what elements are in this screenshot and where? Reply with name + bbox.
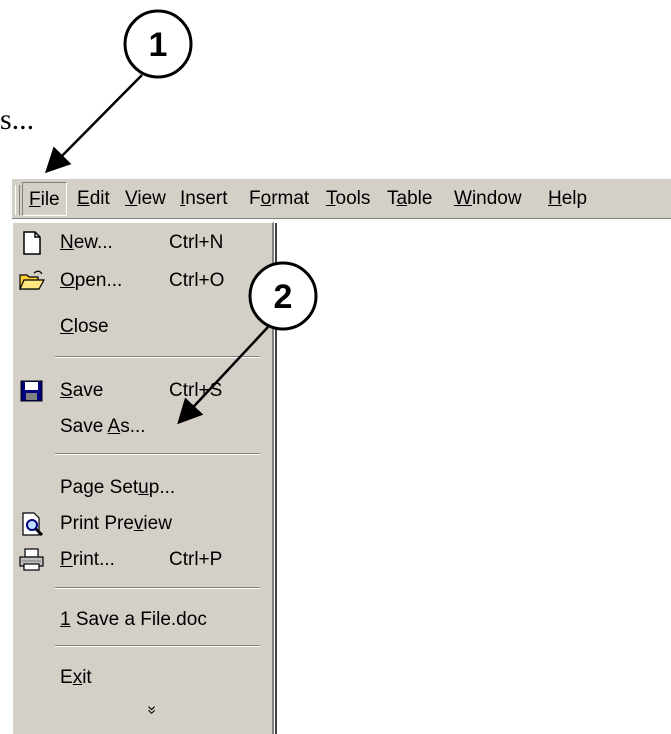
mnemonic-char: W (454, 188, 472, 209)
partial-heading-text: s... (0, 103, 35, 136)
menu-tools[interactable]: Tools (320, 182, 376, 216)
mnemonic-char: H (548, 188, 562, 209)
file-menu-open-label: Open... (60, 270, 123, 291)
menu-separator (55, 356, 260, 358)
file-menu-print-preview-label: Print Preview (60, 513, 172, 534)
mnemonic-char: v (133, 513, 144, 534)
file-menu-open-shortcut: Ctrl+O (169, 270, 225, 291)
file-menu-save-as-label: Save As... (60, 416, 146, 437)
file-menu-dropdown: New... Ctrl+N Open... Ctrl+O Close Save … (12, 222, 277, 734)
mnemonic-char: u (138, 477, 149, 498)
callout-1: 1 (44, 9, 193, 174)
mnemonic-char: T (326, 188, 336, 209)
mnemonic-char: P (60, 549, 73, 570)
mnemonic-char: A (107, 416, 121, 437)
mnemonic-char: N (60, 232, 74, 253)
file-menu-new-label: New... (60, 232, 113, 253)
menu-separator (55, 453, 260, 455)
file-menu-open[interactable]: Open... Ctrl+O (13, 263, 271, 299)
callout-1-arrow (44, 74, 143, 174)
mnemonic-char: I (180, 188, 186, 209)
file-menu-print[interactable]: Print... Ctrl+P (13, 542, 271, 578)
printer-icon (19, 548, 44, 571)
file-menu-print-label: Print... (60, 549, 115, 570)
menu-format[interactable]: Format (243, 182, 315, 216)
menu-window[interactable]: Window (448, 182, 528, 216)
mnemonic-char: 1 (60, 609, 71, 630)
menu-bar: File Edit View Insert Format Tools Table… (12, 179, 671, 220)
new-document-icon (23, 231, 41, 255)
file-menu-save-shortcut: Ctrl+S (169, 380, 223, 401)
file-menu-save-as[interactable]: Save As... (13, 409, 271, 445)
menu-view[interactable]: View (119, 182, 172, 216)
mnemonic-char: x (72, 667, 83, 688)
file-menu-exit-label: Exit (60, 667, 92, 688)
mnemonic-char: o (260, 188, 272, 209)
menu-file[interactable]: File (22, 182, 67, 216)
save-disk-icon (20, 380, 43, 402)
mnemonic-char: C (60, 316, 74, 337)
open-folder-icon (19, 270, 45, 290)
toolbar-grip[interactable] (15, 185, 20, 215)
print-preview-icon (22, 512, 44, 536)
file-menu-page-setup-label: Page Setup... (60, 477, 176, 498)
file-menu-print-shortcut: Ctrl+P (169, 549, 223, 570)
file-menu-close-label: Close (60, 316, 109, 337)
file-menu-exit[interactable]: Exit (13, 660, 271, 696)
menu-edit[interactable]: Edit (71, 182, 116, 216)
menu-insert[interactable]: Insert (174, 182, 234, 216)
mnemonic-char: O (60, 270, 75, 291)
file-menu-close[interactable]: Close (13, 309, 271, 345)
mnemonic-char: a (396, 188, 408, 209)
file-menu-print-preview[interactable]: Print Preview (13, 506, 271, 542)
file-menu-new-shortcut: Ctrl+N (169, 232, 224, 253)
file-menu-save-label: Save (60, 380, 104, 401)
menu-help[interactable]: Help (542, 182, 593, 216)
mnemonic-char: E (77, 188, 90, 209)
file-menu-recent-file[interactable]: 1 Save a File.doc (13, 602, 271, 638)
expand-glyph: » (143, 705, 161, 715)
expand-menu-chevron-icon[interactable]: » (143, 701, 160, 719)
callout-1-number: 1 (149, 26, 168, 64)
file-menu-page-setup[interactable]: Page Setup... (13, 470, 271, 506)
mnemonic-char: S (60, 380, 73, 401)
menu-separator (55, 645, 260, 647)
file-menu-new[interactable]: New... Ctrl+N (13, 225, 271, 261)
menu-separator (55, 587, 260, 589)
callout-circle (123, 9, 193, 79)
mnemonic-char: F (29, 189, 41, 210)
file-menu-recent-file-label: 1 Save a File.doc (60, 609, 207, 630)
file-menu-save[interactable]: Save Ctrl+S (13, 373, 271, 409)
mnemonic-char: V (125, 188, 138, 209)
menu-table[interactable]: Table (381, 182, 438, 216)
